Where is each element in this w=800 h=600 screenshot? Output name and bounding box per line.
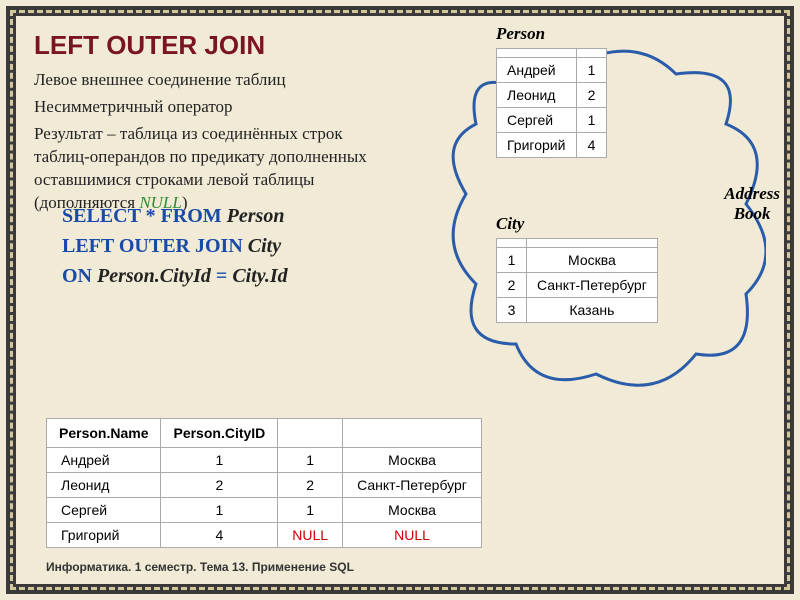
empty-header [527, 239, 658, 248]
sql-entity: Person.CityId [97, 265, 216, 287]
cell: Григорий [497, 133, 577, 158]
null-cell: NULL [278, 523, 343, 548]
city-table-label: City [496, 214, 524, 234]
table-row: 1Москва [497, 248, 658, 273]
desc-text: Результат – таблица из соединённых строк… [34, 124, 367, 212]
table-row: Григорий4 [497, 133, 607, 158]
empty-header [497, 49, 577, 58]
col-header: Person.Name [47, 419, 161, 448]
sql-operator: = [216, 265, 232, 287]
cell: Москва [527, 248, 658, 273]
cell: 1 [577, 108, 607, 133]
col-header: Person.CityID [161, 419, 278, 448]
cell: Сергей [47, 498, 161, 523]
table-row: Леонид2 [497, 83, 607, 108]
cell: 3 [497, 298, 527, 323]
table-row: Сергей1 [497, 108, 607, 133]
cell: Казань [527, 298, 658, 323]
table-row: Леонид22Санкт-Петербург [47, 473, 482, 498]
cell: Москва [343, 448, 482, 473]
sql-entity: Person [227, 205, 285, 227]
cell: 1 [161, 498, 278, 523]
person-table: Андрей1 Леонид2 Сергей1 Григорий4 [496, 48, 607, 158]
cell: Андрей [47, 448, 161, 473]
sql-entity: City.Id [232, 265, 287, 287]
table-row: 2Санкт-Петербург [497, 273, 658, 298]
slide-footer: Информатика. 1 семестр. Тема 13. Примене… [46, 560, 354, 574]
null-cell: NULL [343, 523, 482, 548]
cell: Санкт-Петербург [527, 273, 658, 298]
table-header-row [497, 49, 607, 58]
table-header-row [497, 239, 658, 248]
empty-header [497, 239, 527, 248]
cell: Сергей [497, 108, 577, 133]
cell: 2 [497, 273, 527, 298]
cell: 1 [161, 448, 278, 473]
table-row: Андрей1 [497, 58, 607, 83]
cell: Андрей [497, 58, 577, 83]
city-table: 1Москва 2Санкт-Петербург 3Казань [496, 238, 658, 323]
cell: Леонид [47, 473, 161, 498]
sql-keyword: ON [62, 265, 97, 287]
table-row: Андрей11Москва [47, 448, 482, 473]
table-row: Григорий4NULLNULL [47, 523, 482, 548]
sql-entity: City [248, 235, 281, 257]
table-header-row: Person.Name Person.CityID [47, 419, 482, 448]
cell: 1 [497, 248, 527, 273]
sql-keyword: LEFT OUTER JOIN [62, 235, 248, 257]
empty-header [577, 49, 607, 58]
desc-line2: Несимметричный оператор [34, 96, 394, 119]
cell: 2 [161, 473, 278, 498]
cell: 1 [278, 448, 343, 473]
sql-keyword: SELECT * FROM [62, 205, 227, 227]
table-row: 3Казань [497, 298, 658, 323]
ab-line1: Address [724, 184, 780, 203]
cell: Григорий [47, 523, 161, 548]
address-book-label: Address Book [724, 184, 780, 225]
cell: 1 [278, 498, 343, 523]
ab-line2: Book [734, 204, 771, 223]
col-header [343, 419, 482, 448]
cell: 2 [278, 473, 343, 498]
diagram-cloud: Person City Address Book Андрей1 Леонид2… [446, 24, 776, 414]
table-row: Сергей11Москва [47, 498, 482, 523]
person-table-label: Person [496, 24, 545, 44]
cell: 1 [577, 58, 607, 83]
cell: Москва [343, 498, 482, 523]
description-block: Левое внешнее соединение таблиц Несиммет… [34, 69, 394, 215]
desc-line1: Левое внешнее соединение таблиц [34, 69, 394, 92]
cell: 4 [161, 523, 278, 548]
cell: Леонид [497, 83, 577, 108]
cell: 2 [577, 83, 607, 108]
col-header [278, 419, 343, 448]
cell: Санкт-Петербург [343, 473, 482, 498]
result-table: Person.Name Person.CityID Андрей11Москва… [46, 418, 482, 548]
cell: 4 [577, 133, 607, 158]
